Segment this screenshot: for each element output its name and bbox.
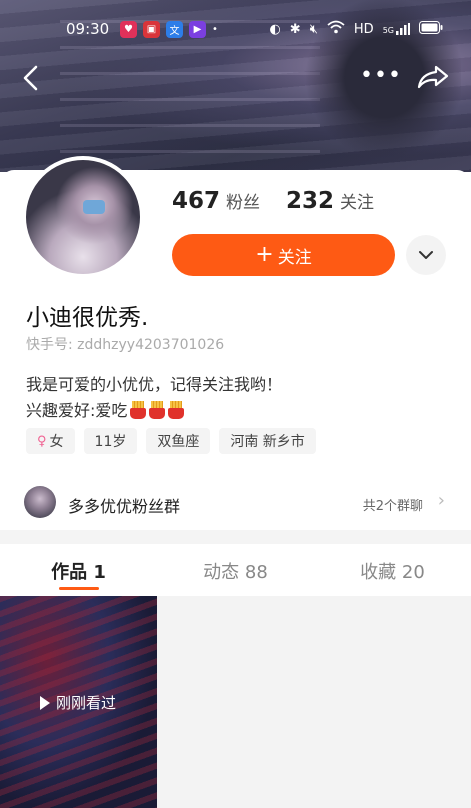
constellation-tag: 双鱼座 [146,428,211,454]
group-avatar [24,486,56,518]
app-notification-icon: ▶ [189,21,206,38]
network-type: 5G [382,26,394,35]
fans-label: 粉丝 [226,193,261,213]
bio-line-with-emoji: 兴趣爱好:爱吃 [26,398,282,424]
app-notification-icon: 文 [166,21,183,38]
tag-label: 双鱼座 [157,434,200,450]
avatar-mask-detail [83,200,105,214]
work-thumbnail[interactable]: 刚刚看过 [0,596,157,808]
tab-favorites[interactable]: 收藏 20 [314,544,471,596]
dnd-icon: ◐ [269,21,281,37]
hd-label: HD [353,21,374,37]
app-notification-icon: ♥ [120,21,137,38]
location-tag: 河南 新乡市 [219,428,316,454]
more-button[interactable]: ••• [360,62,401,90]
avatar[interactable] [22,156,144,278]
tag-label: 女 [49,434,64,450]
recommend-dropdown-button[interactable] [406,235,446,275]
back-button[interactable] [20,60,44,96]
app-notification-icon: ▣ [143,21,160,38]
recently-watched-label: 刚刚看过 [56,694,117,712]
system-icons: ◐ ✱ 🔇︎ HD 5G [269,20,443,38]
profile-name: 小迪很优秀. [26,305,149,331]
bio-line: 我是可爱的小优优，记得关注我哟！ [26,375,283,394]
share-button[interactable] [416,62,450,92]
fries-emoji-icon [168,401,185,419]
more-dots-icon: ••• [360,63,402,88]
tag-label: 11岁 [94,434,127,450]
status-time: 09:30 [66,20,110,38]
chevron-right-icon: › [437,490,445,511]
section-divider [0,530,471,544]
profile-bio: 我是可爱的小优优，记得关注我哟！ 兴趣爱好:爱吃 [26,372,282,424]
profile-tags: ♀ 女 11岁 双鱼座 河南 新乡市 [26,428,316,454]
female-icon: ♀ [37,433,47,449]
chevron-down-icon [419,251,433,259]
profile-card: 467 粉丝 232 关注 + 关注 小迪很优秀. 快手号: zddhzyy4203… [0,156,471,542]
battery-icon [419,20,443,38]
kuaishou-id[interactable]: 快手号: zddhzyy4203701026 [26,334,224,354]
more-notifications-dot: • [212,24,218,35]
play-icon [40,695,50,710]
following-count: 232 [286,188,335,214]
following-stat[interactable]: 232 关注 [286,188,374,214]
recently-watched-badge: 刚刚看过 [40,692,116,713]
profile-stats: 467 粉丝 232 关注 [172,188,374,214]
plus-icon: + [255,242,274,267]
tab-works[interactable]: 作品 1 [0,544,157,596]
bluetooth-icon: ✱ [289,21,301,37]
fans-stat[interactable]: 467 粉丝 [172,188,260,214]
tab-moments[interactable]: 动态 88 [157,544,314,596]
content-tabs: 作品 1 动态 88 收藏 20 [0,544,471,596]
following-label: 关注 [340,193,375,213]
bio-line: 兴趣爱好:爱吃 [26,401,128,420]
follow-button[interactable]: + 关注 [172,234,395,276]
signal-icon: 5G [383,23,410,35]
gender-tag: ♀ 女 [26,428,75,454]
fries-emoji-icon [130,401,147,419]
works-grid: 刚刚看过 [0,596,471,808]
chevron-left-icon [23,65,38,91]
fries-emoji-icon [149,401,166,419]
notification-icons: ♥ ▣ 文 ▶ • [120,21,218,38]
age-tag: 11岁 [83,428,138,454]
status-bar: 09:30 ♥ ▣ 文 ▶ • ◐ ✱ 🔇︎ HD 5G [0,0,471,60]
follow-button-label: 关注 [277,247,312,268]
share-icon [417,65,449,89]
tag-label: 河南 新乡市 [230,434,305,450]
group-count: 共2个群聊 [362,499,423,514]
group-name: 多多优优粉丝群 [68,497,181,516]
mute-icon: 🔇︎ [309,21,318,37]
wifi-icon [327,20,345,38]
fans-count: 467 [172,188,221,214]
